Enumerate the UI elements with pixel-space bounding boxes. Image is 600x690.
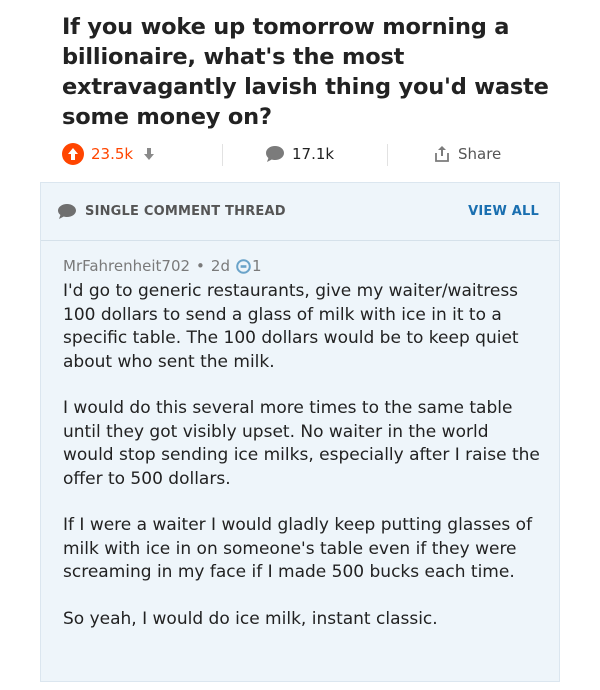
comment-paragraph: I would do this several more times to th… <box>63 398 540 489</box>
post-title: If you woke up tomorrow morning a billio… <box>62 14 549 130</box>
comment-thread-panel: SINGLE COMMENT THREAD VIEW ALL MrFahrenh… <box>40 182 560 682</box>
action-divider <box>387 144 388 166</box>
comment-author[interactable]: MrFahrenheit702 <box>63 257 190 275</box>
thread-header-label: SINGLE COMMENT THREAD <box>85 204 286 219</box>
downvote-button[interactable] <box>143 147 155 161</box>
comment-paragraph: If I were a waiter I would gladly keep p… <box>63 515 533 582</box>
downvote-arrow-icon <box>144 148 155 160</box>
meta-separator: • <box>196 257 205 275</box>
comment-bubble-icon <box>58 204 76 219</box>
vote-score: 23.5k <box>91 145 134 163</box>
view-all-link[interactable]: VIEW ALL <box>468 204 539 219</box>
comment-meta: MrFahrenheit702 • 2d 1 <box>63 255 543 277</box>
upvote-arrow-icon <box>68 148 78 160</box>
share-label: Share <box>458 145 502 163</box>
award-icon <box>236 258 251 274</box>
comment-bubble-icon <box>266 146 284 162</box>
comment-paragraph: I'd go to generic restaurants, give my w… <box>63 281 519 372</box>
comments-button[interactable]: 17.1k <box>265 136 334 172</box>
comment-paragraph: So yeah, I would do ice milk, instant cl… <box>63 608 438 629</box>
vote-group: 23.5k <box>62 136 155 172</box>
share-icon <box>435 146 449 162</box>
comment: MrFahrenheit702 • 2d 1 I'd go to generic… <box>63 255 543 631</box>
comment-age: 2d <box>210 257 230 275</box>
thread-header: SINGLE COMMENT THREAD VIEW ALL <box>41 183 559 241</box>
award-count: 1 <box>251 257 262 275</box>
comment-count: 17.1k <box>292 145 335 163</box>
post-action-bar: 23.5k 17.1k Share <box>62 136 542 172</box>
share-button[interactable]: Share <box>434 136 501 172</box>
action-divider <box>222 144 223 166</box>
upvote-button[interactable] <box>62 143 84 165</box>
